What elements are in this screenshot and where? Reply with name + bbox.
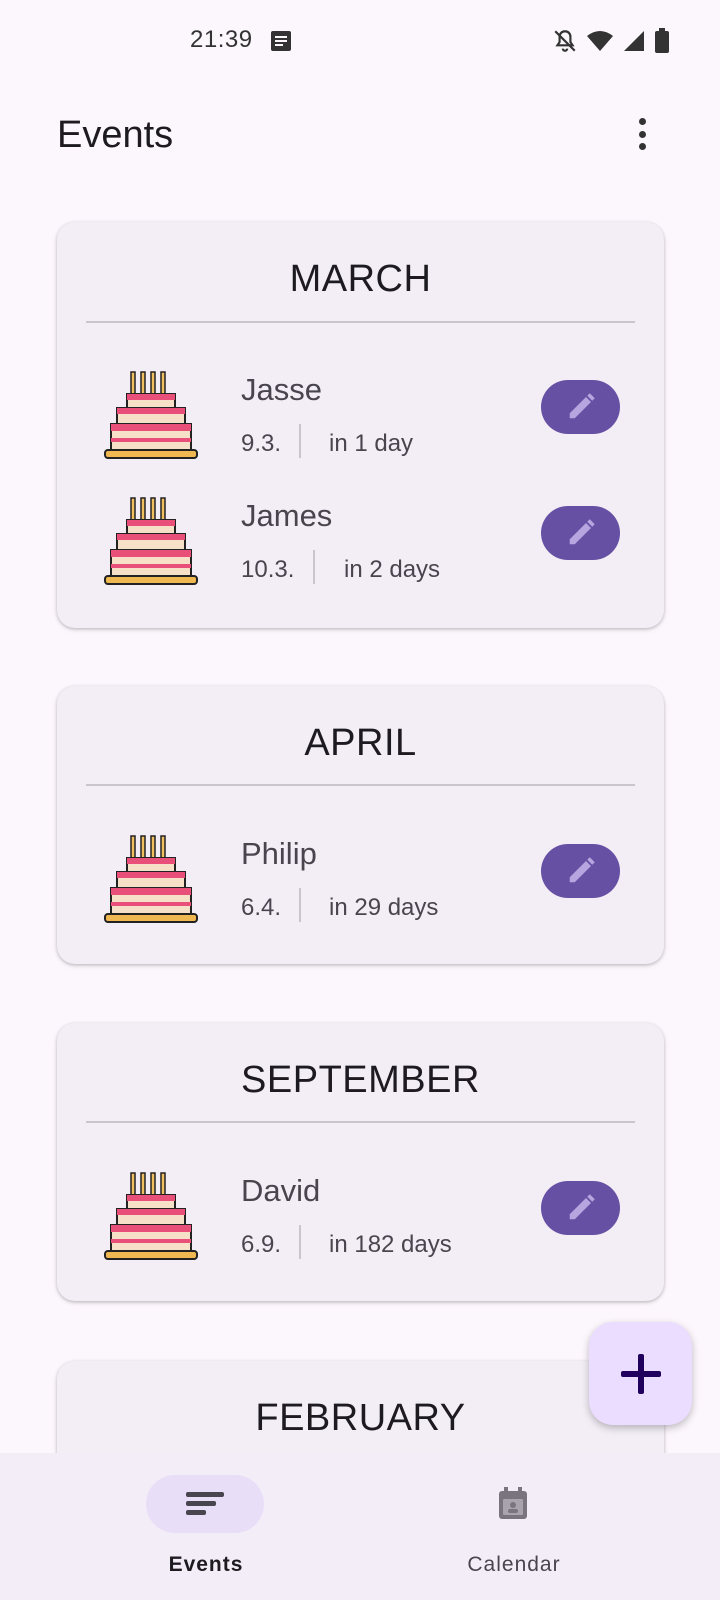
divider: [86, 321, 635, 323]
separator: [299, 424, 301, 458]
battery-icon: [654, 28, 670, 59]
event-item[interactable]: David 6.9. in 182 days: [57, 1167, 664, 1277]
add-event-button[interactable]: [589, 1322, 692, 1425]
separator: [299, 1225, 301, 1259]
event-date: 9.3.: [241, 430, 282, 457]
edit-button[interactable]: [541, 1181, 620, 1235]
status-bar: 21:39: [0, 0, 720, 84]
separator: [299, 888, 301, 922]
pencil-icon: [569, 857, 595, 883]
birthday-cake-icon: [104, 371, 198, 459]
event-name: Jasse: [241, 372, 322, 407]
nav-item-calendar[interactable]: Calendar: [414, 1453, 614, 1600]
divider: [86, 1121, 635, 1123]
birthday-cake-icon: [104, 497, 198, 585]
note-icon: [270, 30, 292, 57]
nav-label: Events: [168, 1553, 244, 1576]
pencil-icon: [569, 519, 595, 545]
edit-button[interactable]: [541, 506, 620, 560]
bell-off-icon: [552, 28, 578, 59]
edit-button[interactable]: [541, 844, 620, 898]
status-time: 21:39: [190, 26, 253, 53]
event-date: 6.4.: [241, 894, 282, 921]
month-title: SEPTEMBER: [241, 1059, 480, 1101]
event-countdown: in 1 day: [329, 430, 414, 457]
divider: [86, 784, 635, 786]
events-list-icon: [186, 1492, 224, 1515]
separator: [313, 550, 315, 584]
event-date: 10.3.: [241, 556, 295, 583]
event-countdown: in 2 days: [344, 556, 441, 583]
plus-icon: [620, 1353, 661, 1394]
calendar-icon: [499, 1487, 527, 1519]
wifi-icon: [586, 29, 614, 58]
event-name: James: [241, 498, 333, 533]
bottom-navigation: Events Calendar: [0, 1453, 720, 1600]
nav-icon-wrapper: [454, 1475, 572, 1533]
event-item[interactable]: Jasse 9.3. in 1 day: [57, 366, 664, 476]
signal-icon: [622, 29, 646, 58]
event-date: 6.9.: [241, 1231, 282, 1258]
event-name: Philip: [241, 836, 317, 871]
event-countdown: in 182 days: [329, 1231, 452, 1258]
more-vert-icon: [638, 118, 646, 125]
event-name: David: [241, 1173, 321, 1208]
month-card-april: APRIL Philip 6.4. in 29 days: [57, 686, 664, 964]
event-countdown: in 29 days: [329, 894, 439, 921]
month-card-september: SEPTEMBER David 6.9. in 182 days: [57, 1023, 664, 1301]
month-title: APRIL: [304, 722, 417, 764]
event-item[interactable]: Philip 6.4. in 29 days: [57, 830, 664, 940]
more-options-button[interactable]: [630, 114, 654, 154]
nav-item-events[interactable]: Events: [106, 1453, 306, 1600]
event-item[interactable]: James 10.3. in 2 days: [57, 492, 664, 602]
nav-active-indicator: [146, 1475, 264, 1533]
month-title: FEBRUARY: [255, 1397, 466, 1439]
nav-label: Calendar: [467, 1553, 561, 1576]
pencil-icon: [569, 1194, 595, 1220]
birthday-cake-icon: [104, 835, 198, 923]
month-title: MARCH: [289, 258, 432, 300]
month-card-march: MARCH Jasse 9.3. in 1 day James 10.3. in…: [57, 222, 664, 628]
status-icons: [552, 28, 670, 59]
pencil-icon: [569, 393, 595, 419]
page-title: Events: [57, 114, 174, 156]
birthday-cake-icon: [104, 1172, 198, 1260]
edit-button[interactable]: [541, 380, 620, 434]
